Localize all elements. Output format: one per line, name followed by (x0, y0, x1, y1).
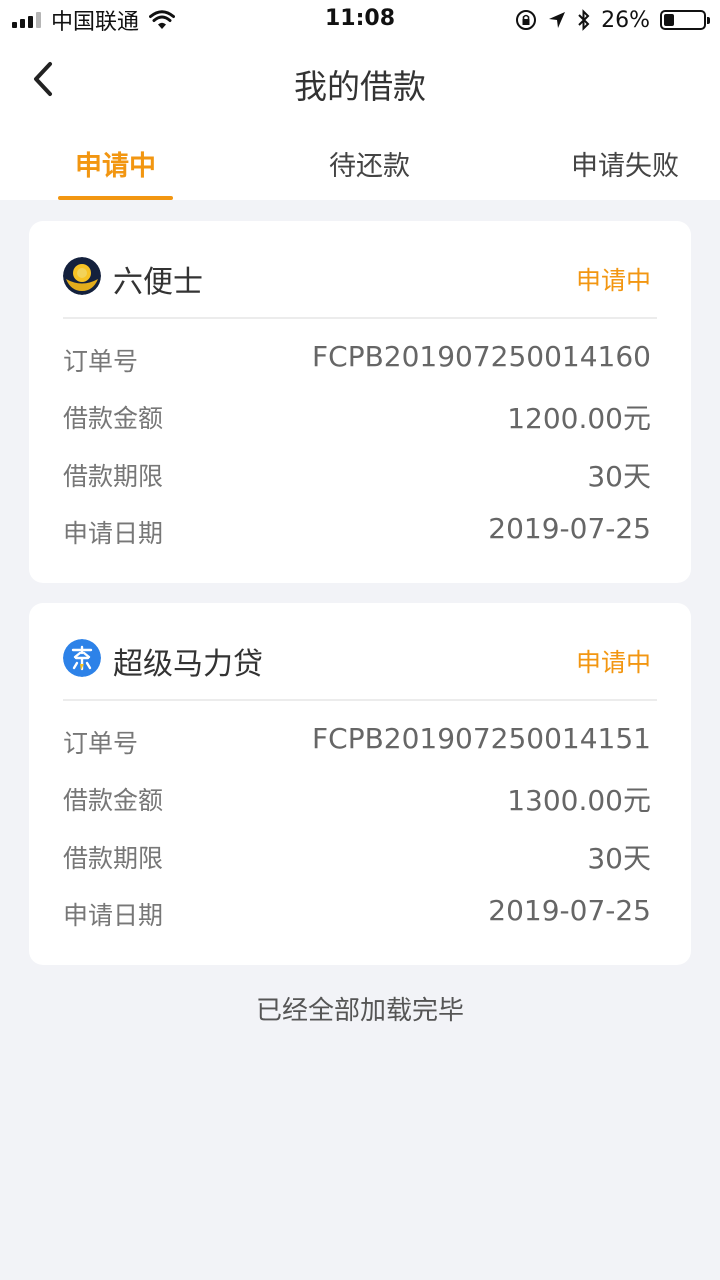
loan-term-row: 借款期限 30天 (63, 839, 651, 879)
battery-percentage: 26% (601, 7, 650, 33)
loan-amount-value: 1200.00元 (507, 402, 651, 435)
status-badge: 申请中 (575, 266, 651, 295)
all-loaded-message: 已经全部加载完毕 (255, 996, 464, 1026)
status-bar-right: 26% (515, 6, 710, 34)
battery-fill (664, 14, 674, 26)
lender-name: 超级马力贷 (113, 647, 263, 682)
six-pence-logo-icon (63, 257, 101, 295)
loan-term-value: 30天 (587, 842, 651, 875)
loan-term-value: 30天 (587, 460, 651, 493)
tab-bar: 申请中 待还款 申请失败 (0, 120, 720, 200)
navigation-bar: 我的借款 (0, 40, 720, 120)
divider (63, 699, 657, 701)
tab-pending-repayment[interactable]: 待还款 (312, 144, 427, 183)
loan-card[interactable]: 六便士 申请中 订单号 FCPB201907250014160 借款金额 120… (29, 221, 691, 583)
order-number-value: FCPB201907250014151 (312, 722, 651, 755)
rotation-lock-icon (516, 10, 537, 30)
application-date-value: 2019-07-25 (488, 894, 651, 927)
application-date-label: 申请日期 (63, 901, 164, 930)
loan-amount-row: 借款金额 1200.00元 (63, 399, 651, 439)
application-date-value: 2019-07-25 (488, 512, 651, 545)
divider (63, 317, 657, 319)
page-title: 我的借款 (294, 67, 426, 106)
status-badge: 申请中 (575, 648, 651, 677)
bluetooth-icon (578, 9, 590, 31)
loan-amount-label: 借款金额 (63, 404, 164, 433)
order-number-label: 订单号 (63, 729, 139, 758)
loan-card[interactable]: 超级马力贷 申请中 订单号 FCPB201907250014151 借款金额 1… (29, 603, 691, 965)
order-number-label: 订单号 (63, 347, 139, 376)
loan-amount-value: 1300.00元 (507, 784, 651, 817)
lender-name: 六便士 (113, 265, 203, 300)
order-number-row: 订单号 FCPB201907250014160 (63, 340, 651, 382)
application-date-label: 申请日期 (63, 519, 164, 548)
tab-applying[interactable]: 申请中 (58, 144, 173, 183)
order-number-value: FCPB201907250014160 (312, 340, 651, 373)
loan-term-row: 借款期限 30天 (63, 457, 651, 497)
loan-card-header: 六便士 申请中 (29, 221, 691, 319)
application-date-row: 申请日期 2019-07-25 (63, 512, 651, 554)
loan-amount-label: 借款金额 (63, 786, 164, 815)
loan-card-header: 超级马力贷 申请中 (29, 603, 691, 701)
application-date-row: 申请日期 2019-07-25 (63, 894, 651, 936)
super-mali-loan-logo-icon (63, 639, 101, 677)
tab-application-failed[interactable]: 申请失败 (565, 144, 685, 183)
active-tab-indicator (58, 196, 173, 200)
loan-term-label: 借款期限 (63, 462, 164, 491)
status-bar: 中国联通 11:08 26% (0, 0, 720, 40)
order-number-row: 订单号 FCPB201907250014151 (63, 722, 651, 764)
loan-term-label: 借款期限 (63, 844, 164, 873)
location-icon (549, 12, 566, 28)
loan-amount-row: 借款金额 1300.00元 (63, 781, 651, 821)
battery-icon (660, 10, 710, 30)
